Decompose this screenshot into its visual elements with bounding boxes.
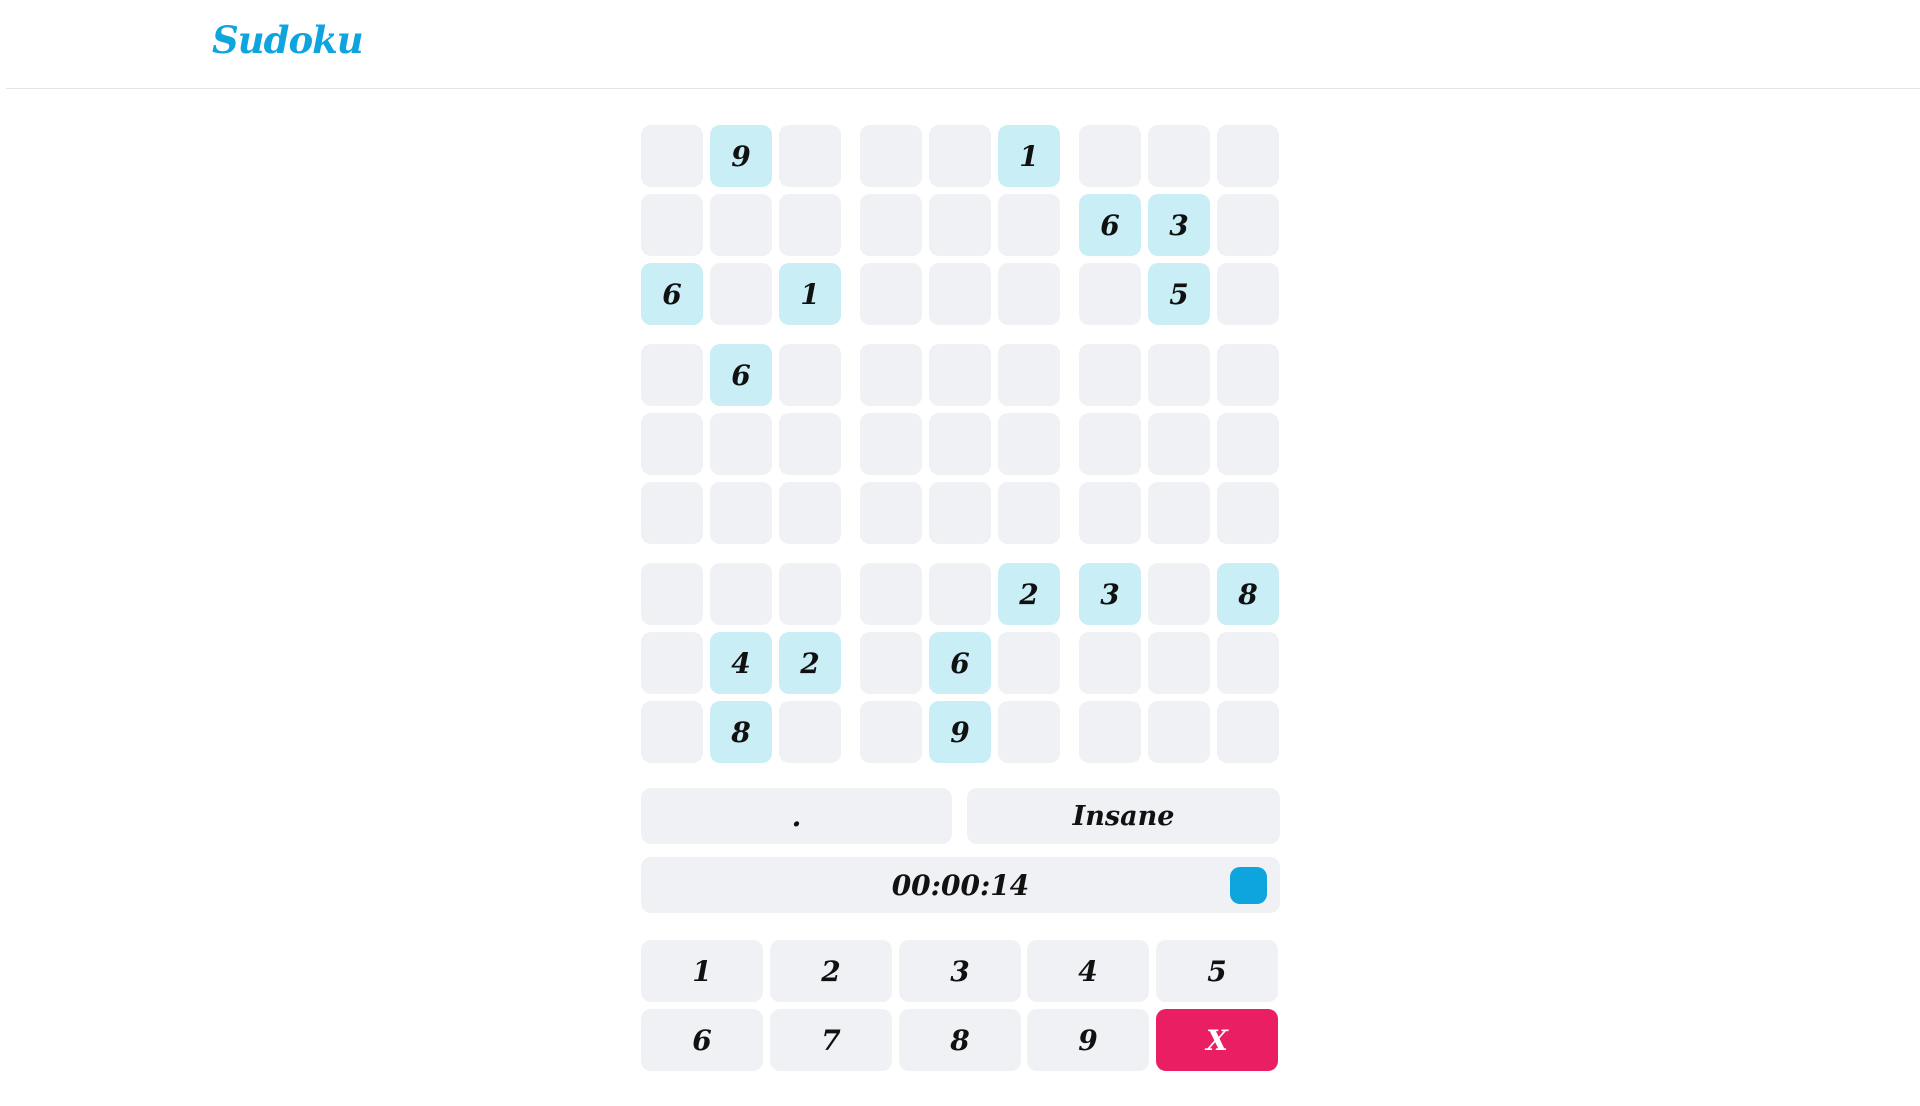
board-cell-r3c9[interactable]: [1217, 263, 1279, 325]
board-cell-r8c2[interactable]: 4: [710, 632, 772, 694]
board-cell-r2c5[interactable]: [929, 194, 991, 256]
board-cell-r7c8[interactable]: [1148, 563, 1210, 625]
board-cell-r9c8[interactable]: [1148, 701, 1210, 763]
board-cell-r9c5[interactable]: 9: [929, 701, 991, 763]
board-cell-r9c3[interactable]: [779, 701, 841, 763]
board-cell-r7c4[interactable]: [860, 563, 922, 625]
app-logo[interactable]: Sudoku: [212, 18, 364, 62]
board-cell-r6c6[interactable]: [998, 482, 1060, 544]
difficulty-label[interactable]: Insane: [967, 788, 1280, 844]
board-cell-r4c1[interactable]: [641, 344, 703, 406]
board-cell-r5c4[interactable]: [860, 413, 922, 475]
board-cell-r2c1[interactable]: [641, 194, 703, 256]
keypad-button-1[interactable]: 1: [641, 940, 763, 1002]
board-cell-r6c5[interactable]: [929, 482, 991, 544]
board-cell-r7c7[interactable]: 3: [1079, 563, 1141, 625]
board-cell-r5c7[interactable]: [1079, 413, 1141, 475]
keypad-button-6[interactable]: 6: [641, 1009, 763, 1071]
board-cell-r3c4[interactable]: [860, 263, 922, 325]
board-cell-r6c1[interactable]: [641, 482, 703, 544]
keypad-button-4[interactable]: 4: [1027, 940, 1149, 1002]
sudoku-board: 9163615623842689: [641, 125, 1280, 763]
board-cell-r4c5[interactable]: [929, 344, 991, 406]
board-cell-r3c5[interactable]: [929, 263, 991, 325]
board-cell-r7c6[interactable]: 2: [998, 563, 1060, 625]
board-cell-r1c9[interactable]: [1217, 125, 1279, 187]
board-cell-r8c7[interactable]: [1079, 632, 1141, 694]
board-cell-r2c3[interactable]: [779, 194, 841, 256]
board-cell-r1c1[interactable]: [641, 125, 703, 187]
board-cell-r9c7[interactable]: [1079, 701, 1141, 763]
erase-button[interactable]: X: [1156, 1009, 1278, 1071]
board-cell-r3c3[interactable]: 1: [779, 263, 841, 325]
board-cell-r1c3[interactable]: [779, 125, 841, 187]
board-cell-r1c2[interactable]: 9: [710, 125, 772, 187]
board-cell-r9c2[interactable]: 8: [710, 701, 772, 763]
board-cell-r3c1[interactable]: 6: [641, 263, 703, 325]
board-cell-r3c6[interactable]: [998, 263, 1060, 325]
board-cell-r8c8[interactable]: [1148, 632, 1210, 694]
board-cell-r1c8[interactable]: [1148, 125, 1210, 187]
board-cell-r4c4[interactable]: [860, 344, 922, 406]
board-cell-r8c5[interactable]: 6: [929, 632, 991, 694]
board-cell-r2c4[interactable]: [860, 194, 922, 256]
board-cell-r4c8[interactable]: [1148, 344, 1210, 406]
board-cell-r9c9[interactable]: [1217, 701, 1279, 763]
board-cell-r2c6[interactable]: [998, 194, 1060, 256]
header: Sudoku: [6, 0, 1920, 89]
keypad-button-3[interactable]: 3: [899, 940, 1021, 1002]
board-cell-r5c1[interactable]: [641, 413, 703, 475]
board-cell-r2c8[interactable]: 3: [1148, 194, 1210, 256]
board-cell-r5c8[interactable]: [1148, 413, 1210, 475]
status-left: .: [641, 788, 952, 844]
board-cell-r5c3[interactable]: [779, 413, 841, 475]
board-cell-r8c4[interactable]: [860, 632, 922, 694]
keypad-button-7[interactable]: 7: [770, 1009, 892, 1071]
board-cell-r9c4[interactable]: [860, 701, 922, 763]
board-cell-r5c9[interactable]: [1217, 413, 1279, 475]
board-cell-r1c5[interactable]: [929, 125, 991, 187]
board-cell-r6c7[interactable]: [1079, 482, 1141, 544]
board-cell-r8c1[interactable]: [641, 632, 703, 694]
keypad-button-8[interactable]: 8: [899, 1009, 1021, 1071]
board-cell-r3c7[interactable]: [1079, 263, 1141, 325]
keypad-button-5[interactable]: 5: [1156, 940, 1278, 1002]
board-cell-r6c2[interactable]: [710, 482, 772, 544]
board-cell-r8c3[interactable]: 2: [779, 632, 841, 694]
board-cell-r6c3[interactable]: [779, 482, 841, 544]
board-cell-r6c4[interactable]: [860, 482, 922, 544]
board-cell-r1c7[interactable]: [1079, 125, 1141, 187]
board-cell-r7c9[interactable]: 8: [1217, 563, 1279, 625]
board-cell-r5c2[interactable]: [710, 413, 772, 475]
board-cell-r4c3[interactable]: [779, 344, 841, 406]
board-cell-r3c2[interactable]: [710, 263, 772, 325]
timer-display: 00:00:14: [891, 868, 1030, 902]
keypad-button-2[interactable]: 2: [770, 940, 892, 1002]
board-cell-r8c6[interactable]: [998, 632, 1060, 694]
board-cell-r4c7[interactable]: [1079, 344, 1141, 406]
board-cell-r1c4[interactable]: [860, 125, 922, 187]
board-cell-r5c6[interactable]: [998, 413, 1060, 475]
board-cell-r9c6[interactable]: [998, 701, 1060, 763]
timer-bar: 00:00:14: [641, 857, 1280, 913]
board-cell-r3c8[interactable]: 5: [1148, 263, 1210, 325]
board-cell-r1c6[interactable]: 1: [998, 125, 1060, 187]
board-cell-r8c9[interactable]: [1217, 632, 1279, 694]
board-cell-r4c6[interactable]: [998, 344, 1060, 406]
board-cell-r2c9[interactable]: [1217, 194, 1279, 256]
board-cell-r2c7[interactable]: 6: [1079, 194, 1141, 256]
board-cell-r6c8[interactable]: [1148, 482, 1210, 544]
board-cell-r6c9[interactable]: [1217, 482, 1279, 544]
board-cell-r9c1[interactable]: [641, 701, 703, 763]
board-cell-r7c1[interactable]: [641, 563, 703, 625]
board-cell-r7c3[interactable]: [779, 563, 841, 625]
board-cell-r4c2[interactable]: 6: [710, 344, 772, 406]
pause-button[interactable]: [1230, 867, 1267, 904]
board-cell-r2c2[interactable]: [710, 194, 772, 256]
board-cell-r7c5[interactable]: [929, 563, 991, 625]
keypad-button-9[interactable]: 9: [1027, 1009, 1149, 1071]
board-cell-r5c5[interactable]: [929, 413, 991, 475]
board-cell-r4c9[interactable]: [1217, 344, 1279, 406]
board-cell-r7c2[interactable]: [710, 563, 772, 625]
